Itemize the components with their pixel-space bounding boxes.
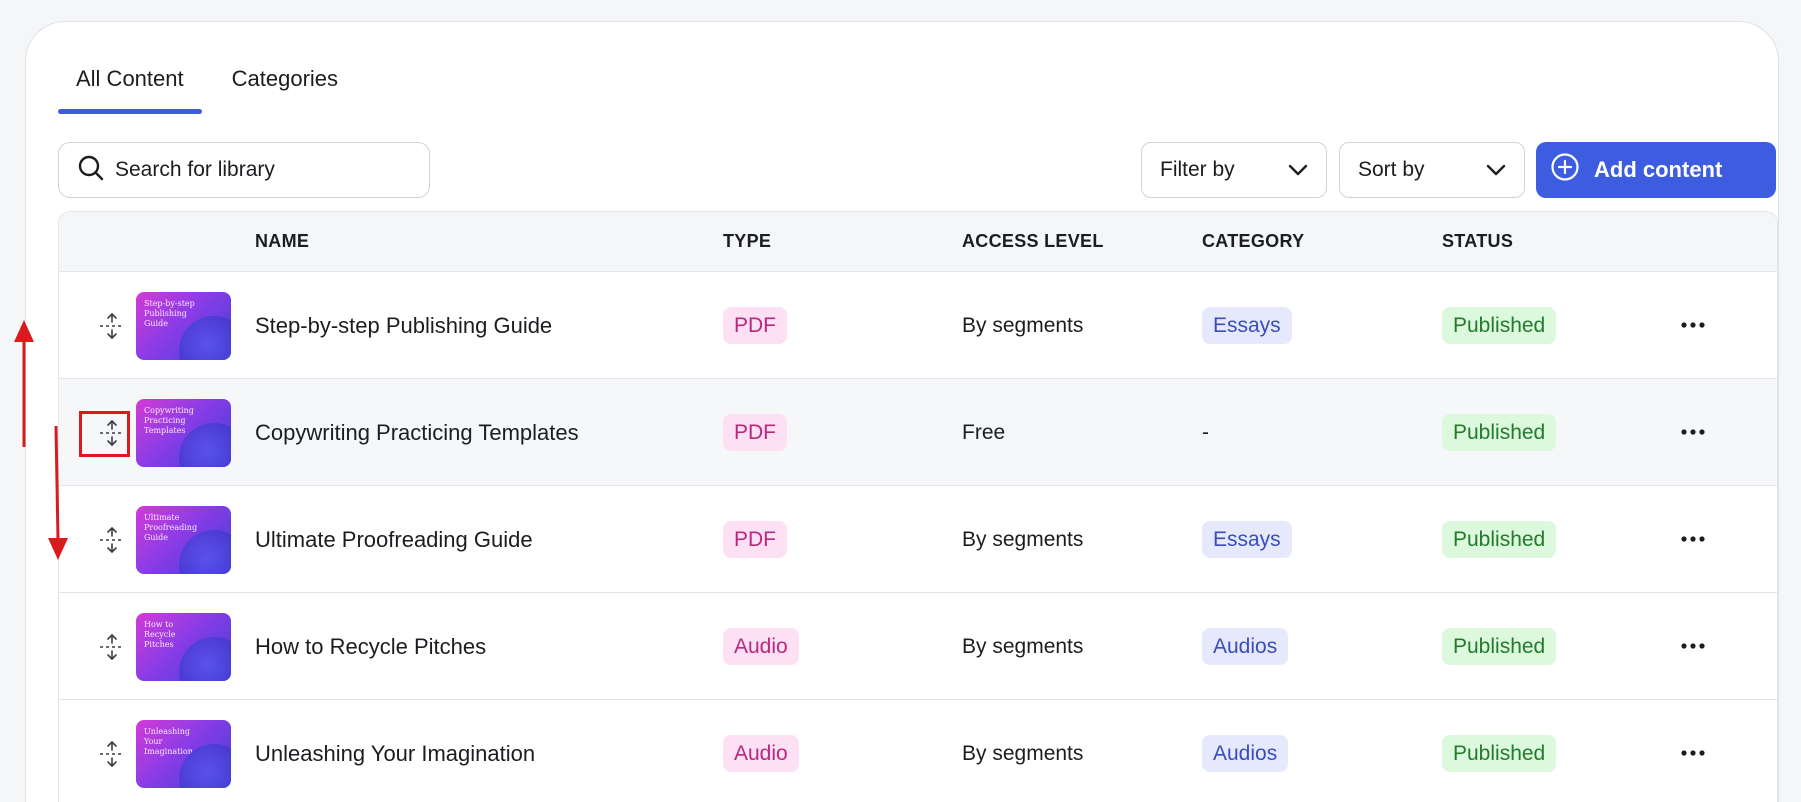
more-options-button[interactable]	[1673, 308, 1713, 342]
content-thumbnail: Ultimate Proofreading Guide	[136, 506, 231, 574]
category-badge: Audios	[1202, 628, 1289, 665]
access-level: By segments	[962, 527, 1084, 551]
content-thumbnail: How to Recycle Pitches	[136, 613, 231, 681]
thumbnail-caption: Unleashing Your Imagination	[144, 727, 193, 756]
content-thumbnail: Copywriting Practicing Templates	[136, 399, 231, 467]
drag-handle-highlight	[79, 411, 130, 457]
status-badge: Published	[1442, 628, 1557, 665]
thumbnail-caption: Copywriting Practicing Templates	[144, 406, 194, 435]
more-options-button[interactable]	[1673, 415, 1713, 449]
status-badge: Published	[1442, 307, 1557, 344]
content-thumbnail: Step-by-step Publishing Guide	[136, 292, 231, 360]
tab-bar: All Content Categories	[58, 66, 368, 114]
add-content-label: Add content	[1594, 157, 1723, 182]
type-badge: PDF	[723, 521, 787, 558]
header-status[interactable]: STATUS	[1442, 231, 1513, 252]
table-row[interactable]: Copywriting Practicing Templates Copywri…	[59, 379, 1777, 486]
content-table: NAME TYPE ACCESS LEVEL CATEGORY STATUS S…	[58, 211, 1778, 802]
content-name[interactable]: Copywriting Practicing Templates	[255, 379, 579, 486]
access-level: By segments	[962, 634, 1084, 658]
tab-categories[interactable]: Categories	[214, 66, 356, 112]
drag-handle-icon[interactable]	[95, 523, 129, 557]
plus-circle-icon	[1550, 152, 1594, 188]
type-badge: PDF	[723, 414, 787, 451]
table-row[interactable]: Unleashing Your Imagination Unleashing Y…	[59, 700, 1777, 802]
access-level: By segments	[962, 313, 1084, 337]
filter-label: Filter by	[1160, 158, 1235, 181]
search-input[interactable]	[115, 158, 395, 182]
status-badge: Published	[1442, 521, 1557, 558]
thumbnail-caption: How to Recycle Pitches	[144, 620, 176, 649]
category-badge: Audios	[1202, 735, 1289, 772]
chevron-down-icon	[1486, 158, 1506, 182]
access-level: By segments	[962, 741, 1084, 765]
content-thumbnail: Unleashing Your Imagination	[136, 720, 231, 788]
content-name[interactable]: How to Recycle Pitches	[255, 593, 486, 700]
sort-dropdown[interactable]: Sort by	[1339, 142, 1525, 198]
content-library-card: All Content Categories Filter by Sort by…	[25, 21, 1779, 802]
more-horizontal-icon	[1681, 536, 1705, 542]
category-badge: Essays	[1202, 307, 1292, 344]
table-header: NAME TYPE ACCESS LEVEL CATEGORY STATUS	[59, 212, 1777, 272]
content-name[interactable]: Ultimate Proofreading Guide	[255, 486, 533, 593]
type-badge: Audio	[723, 735, 799, 772]
more-horizontal-icon	[1681, 643, 1705, 649]
thumbnail-caption: Step-by-step Publishing Guide	[144, 299, 195, 328]
sort-label: Sort by	[1358, 158, 1425, 181]
header-name[interactable]: NAME	[255, 231, 309, 252]
table-row[interactable]: Ultimate Proofreading Guide Ultimate Pro…	[59, 486, 1777, 593]
more-options-button[interactable]	[1673, 522, 1713, 556]
tab-all-content[interactable]: All Content	[58, 66, 202, 114]
drag-handle-icon[interactable]	[95, 630, 129, 664]
category-text: -	[1202, 420, 1209, 444]
table-row[interactable]: Step-by-step Publishing Guide Step-by-st…	[59, 272, 1777, 379]
add-content-button[interactable]: Add content	[1536, 142, 1776, 198]
status-badge: Published	[1442, 414, 1557, 451]
search-icon	[77, 154, 115, 187]
more-horizontal-icon	[1681, 429, 1705, 435]
more-options-button[interactable]	[1673, 736, 1713, 770]
thumbnail-caption: Ultimate Proofreading Guide	[144, 513, 198, 542]
status-badge: Published	[1442, 735, 1557, 772]
search-box[interactable]	[58, 142, 430, 198]
type-badge: PDF	[723, 307, 787, 344]
chevron-down-icon	[1288, 158, 1308, 182]
drag-handle-icon[interactable]	[95, 309, 129, 343]
header-access-level[interactable]: ACCESS LEVEL	[962, 231, 1104, 252]
content-name[interactable]: Step-by-step Publishing Guide	[255, 272, 552, 379]
category-badge: Essays	[1202, 521, 1292, 558]
more-options-button[interactable]	[1673, 629, 1713, 663]
drag-handle-icon[interactable]	[95, 737, 129, 771]
content-name[interactable]: Unleashing Your Imagination	[255, 700, 535, 802]
more-horizontal-icon	[1681, 322, 1705, 328]
access-level: Free	[962, 420, 1006, 444]
filter-dropdown[interactable]: Filter by	[1141, 142, 1327, 198]
header-type[interactable]: TYPE	[723, 231, 771, 252]
type-badge: Audio	[723, 628, 799, 665]
table-row[interactable]: How to Recycle Pitches How to Recycle Pi…	[59, 593, 1777, 700]
more-horizontal-icon	[1681, 750, 1705, 756]
header-category[interactable]: CATEGORY	[1202, 231, 1304, 252]
